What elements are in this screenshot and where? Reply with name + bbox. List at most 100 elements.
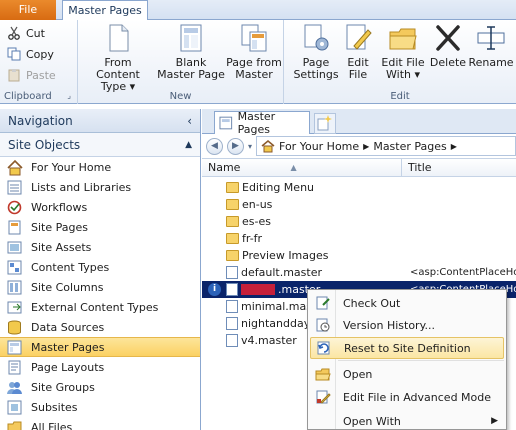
site-objects-header[interactable]: Site Objects ▲	[0, 133, 200, 157]
breadcrumb-current[interactable]: Master Pages	[373, 140, 446, 153]
rename-label: Rename	[468, 56, 514, 69]
nav-item-site-pages[interactable]: Site Pages	[0, 217, 200, 237]
master-file-icon	[226, 266, 238, 279]
folder-row[interactable]: Editing Menu	[202, 179, 516, 196]
dialog-launcher-icon[interactable]: ⌟	[67, 91, 71, 100]
database-icon	[8, 320, 21, 334]
nav-item-label: Site Columns	[31, 280, 104, 294]
folder-icon	[226, 216, 239, 227]
from-content-type-line1: From Content	[96, 56, 140, 81]
navigation-title: Navigation	[8, 113, 73, 128]
file-name-cell: es-es	[226, 215, 271, 228]
new-tab-button[interactable]	[314, 113, 336, 134]
nav-item-label: Workflows	[31, 200, 88, 214]
menu-item-check-out[interactable]: Check Out	[310, 292, 504, 314]
column-name[interactable]: Name ▲	[202, 159, 402, 176]
file-name-cell: fr-fr	[226, 232, 262, 245]
file-tab[interactable]: File	[0, 0, 56, 20]
menu-item-edit-file-in-advanced-mode[interactable]: Edit File in Advanced Mode	[310, 386, 504, 408]
file-name-cell: Preview Images	[226, 249, 329, 262]
copy-label: Copy	[26, 47, 54, 61]
page-from-master-icon	[241, 24, 267, 52]
nav-item-site-assets[interactable]: Site Assets	[0, 237, 200, 257]
nav-item-all-files[interactable]: All Files	[0, 417, 200, 430]
edit-file-with-button[interactable]: Edit File With ▾	[378, 22, 428, 81]
nav-item-label: For Your Home	[31, 160, 112, 174]
edit-group-label: Edit	[390, 91, 410, 102]
content-types-icon	[7, 260, 22, 274]
menu-item-label: Edit File in Advanced Mode	[343, 390, 492, 404]
open-folder-icon	[310, 366, 336, 382]
nav-item-external-content-types[interactable]: External Content Types	[0, 297, 200, 317]
home-icon	[261, 140, 275, 153]
nav-item-label: Content Types	[31, 260, 110, 274]
menu-item-label: Open With	[343, 414, 401, 428]
folder-row[interactable]: es-es	[202, 213, 516, 230]
pages-icon	[8, 220, 21, 234]
nav-item-data-sources[interactable]: Data Sources	[0, 317, 200, 337]
new-tab-icon	[317, 115, 332, 131]
reset-icon	[311, 340, 337, 356]
nav-item-page-layouts[interactable]: Page Layouts	[0, 357, 200, 377]
tab-master-pages[interactable]: Master Pages	[62, 0, 148, 21]
sort-asc-icon: ▲	[290, 163, 297, 172]
blank-master-page-button[interactable]: Blank Master Page	[156, 22, 226, 81]
folder-row[interactable]: fr-fr	[202, 230, 516, 247]
menu-item-version-history[interactable]: Version History...	[310, 314, 504, 336]
breadcrumb-separator-icon-2[interactable]: ▶	[451, 142, 457, 151]
forward-arrow-icon[interactable]: ▶	[227, 137, 244, 155]
ribbon-tab-bar: File Master Pages	[0, 0, 516, 21]
version-history-icon	[310, 317, 336, 333]
menu-item-reset-to-site-definition[interactable]: Reset to Site Definition	[310, 337, 504, 359]
file-name: v4.master	[241, 334, 297, 347]
from-content-type-button[interactable]: From Content Type ▾	[82, 22, 154, 93]
paste-icon	[6, 67, 22, 83]
delete-button[interactable]: Delete	[428, 22, 468, 69]
nav-item-site-groups[interactable]: Site Groups	[0, 377, 200, 397]
nav-item-label: All Files	[31, 420, 73, 430]
clipboard-group: Cut Copy Paste Clipboard ⌟	[0, 20, 78, 104]
home-icon	[7, 159, 23, 175]
copy-button[interactable]: Copy	[6, 44, 54, 64]
nav-item-subsites[interactable]: Subsites	[0, 397, 200, 417]
collapse-nav-icon[interactable]: ‹	[187, 114, 192, 128]
document-icon	[109, 24, 129, 52]
folder-row[interactable]: Preview Images	[202, 247, 516, 264]
file-row[interactable]: default.master <asp:ContentPlaceHo	[202, 264, 516, 281]
rename-button[interactable]: Rename	[468, 22, 514, 69]
edit-file-line2: File	[348, 68, 368, 81]
edit-file-with-line2: With ▾	[386, 68, 420, 81]
menu-item-open[interactable]: Open	[310, 363, 504, 385]
menu-item-label: Check Out	[343, 296, 401, 310]
collapse-section-icon[interactable]: ▲	[185, 140, 192, 150]
history-dropdown-icon[interactable]: ▾	[248, 142, 252, 151]
menu-item-label: Reset to Site Definition	[344, 341, 471, 355]
breadcrumb-home[interactable]: For Your Home	[279, 140, 359, 153]
nav-item-master-pages[interactable]: Master Pages	[0, 337, 200, 357]
groups-icon	[7, 381, 22, 394]
page-settings-button[interactable]: Page Settings	[292, 22, 340, 81]
cut-button[interactable]: Cut	[6, 23, 45, 43]
folder-row[interactable]: en-us	[202, 196, 516, 213]
new-group-label: New	[169, 91, 192, 102]
nav-item-lists-and-libraries[interactable]: Lists and Libraries	[0, 177, 200, 197]
breadcrumb-separator-icon[interactable]: ▶	[363, 142, 369, 151]
edit-file-button[interactable]: Edit File	[342, 22, 374, 81]
tab-master-pages-doc[interactable]: Master Pages	[214, 110, 310, 136]
nav-item-content-types[interactable]: Content Types	[0, 257, 200, 277]
menu-item-open-with[interactable]: Open With ▶	[310, 410, 504, 430]
new-group: From Content Type ▾ Blank Master Page Pa…	[78, 20, 284, 104]
master-file-icon	[226, 283, 238, 296]
paste-button[interactable]: Paste	[6, 65, 56, 85]
menu-item-label: Version History...	[343, 318, 436, 332]
page-from-master-button[interactable]: Page from Master	[226, 22, 282, 81]
folder-icon	[226, 233, 239, 244]
workflow-icon	[7, 200, 22, 214]
nav-item-site-columns[interactable]: Site Columns	[0, 277, 200, 297]
column-title[interactable]: Title	[402, 159, 432, 176]
nav-item-for-your-home[interactable]: For Your Home	[0, 157, 200, 177]
nav-item-workflows[interactable]: Workflows	[0, 197, 200, 217]
page-settings-icon	[304, 24, 329, 51]
back-arrow-icon[interactable]: ◀	[206, 137, 223, 155]
document-tab-strip: Master Pages	[202, 109, 516, 136]
